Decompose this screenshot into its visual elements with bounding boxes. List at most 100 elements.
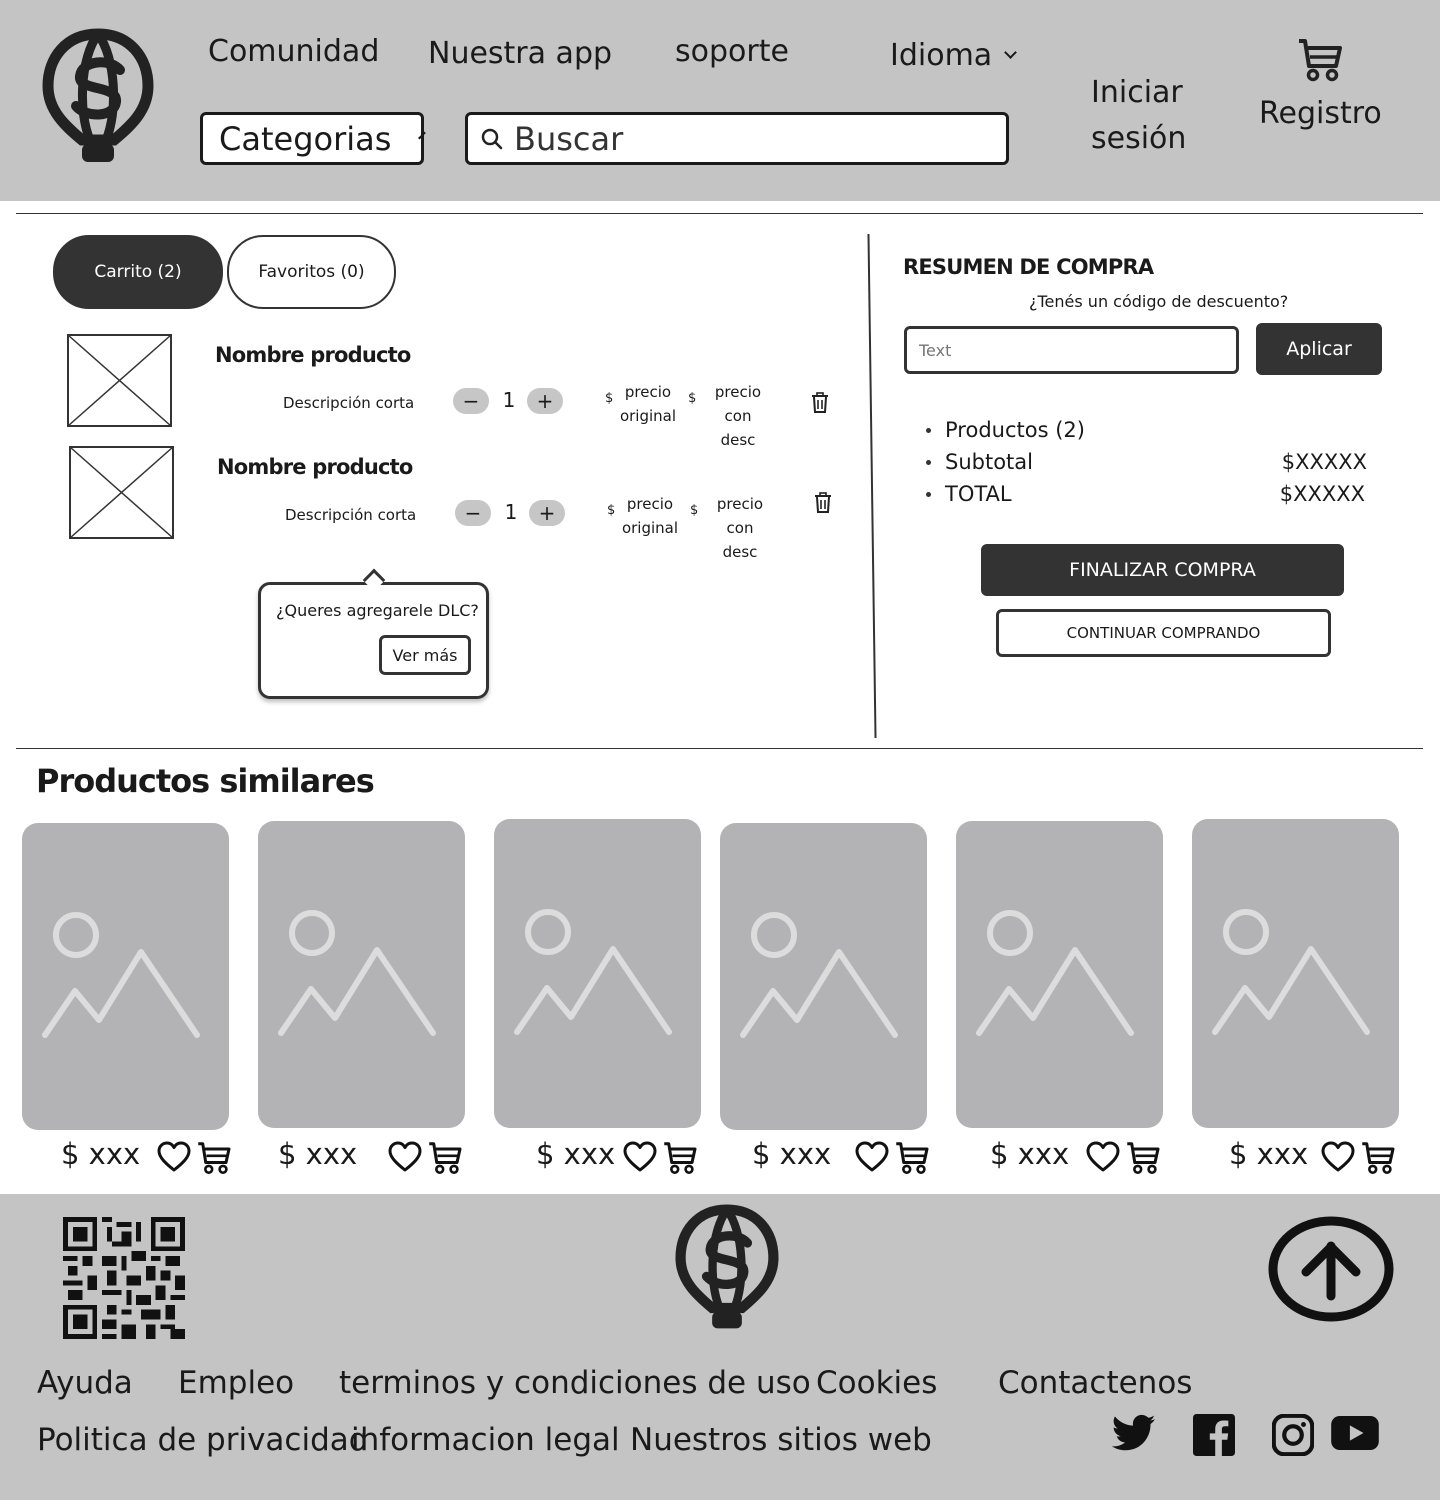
header: Comunidad Nuestra app soporte Idioma Cat… (0, 0, 1440, 201)
decrease-quantity-button[interactable]: − (455, 500, 491, 526)
language-dropdown[interactable]: Idioma (890, 38, 1018, 73)
price-discount-line2: desc (722, 543, 758, 561)
product-card-image[interactable] (720, 823, 927, 1130)
similar-products-title: Productos similares (36, 762, 375, 800)
footer-link-empleo[interactable]: Empleo (178, 1365, 294, 1401)
currency-symbol: $ (688, 391, 697, 406)
price-discount-line1: precio con (716, 495, 764, 537)
bullet (926, 427, 931, 433)
categories-select[interactable]: Categorias (200, 112, 427, 165)
search-input[interactable] (514, 119, 984, 158)
divider-bottom (16, 748, 1423, 749)
favorite-heart-icon[interactable] (1321, 1141, 1355, 1177)
product-card-price: $ xxx (61, 1137, 141, 1171)
ver-mas-button[interactable]: Ver más (379, 635, 471, 675)
apply-discount-button[interactable]: Aplicar (1256, 323, 1382, 375)
continue-shopping-button[interactable]: CONTINUAR COMPRANDO (996, 609, 1331, 657)
instagram-icon[interactable] (1272, 1414, 1314, 1456)
price-discount-line1: precio con (714, 383, 762, 425)
dlc-question: ¿Queres agregarele DLC? (276, 601, 479, 620)
price-original: precio original (618, 492, 682, 540)
trash-icon[interactable] (810, 392, 830, 414)
search-bar (465, 112, 1009, 165)
product-card-price: $ xxx (536, 1137, 616, 1171)
footer-link-cookies[interactable]: Cookies (816, 1365, 937, 1401)
image-placeholder-icon (277, 909, 436, 1036)
tab-carrito[interactable]: Carrito (2) (53, 235, 223, 309)
footer-link-legal[interactable]: informacion legal (351, 1422, 620, 1458)
search-icon[interactable] (480, 127, 504, 151)
back-to-top-icon[interactable] (1268, 1216, 1394, 1322)
footer-link-ayuda[interactable]: Ayuda (37, 1365, 133, 1401)
nav-comunidad[interactable]: Comunidad (208, 34, 379, 69)
add-to-cart-icon[interactable] (893, 1140, 931, 1180)
favorite-heart-icon[interactable] (157, 1141, 191, 1177)
price-discount: precio con desc (700, 380, 776, 452)
discount-question: ¿Tenés un código de descuento? (1029, 292, 1289, 311)
price-discount-line2: desc (720, 431, 756, 449)
favorite-heart-icon[interactable] (855, 1141, 889, 1177)
product-description: Descripción corta (285, 506, 417, 524)
subtotal-value: $XXXXX (1281, 450, 1367, 474)
chevron-down-icon (418, 131, 427, 140)
product-image-placeholder (67, 334, 172, 427)
login-text-line2: sesión (1091, 121, 1187, 156)
product-description: Descripción corta (283, 394, 415, 412)
bullet (926, 491, 931, 497)
footer-link-contactenos[interactable]: Contactenos (998, 1365, 1192, 1401)
qr-code-icon (63, 1217, 185, 1339)
tab-favoritos[interactable]: Favoritos (0) (227, 235, 396, 309)
footer-link-sitios[interactable]: Nuestros sitios web (630, 1422, 932, 1458)
trash-icon[interactable] (813, 492, 833, 514)
summary-title: RESUMEN DE COMPRA (903, 255, 1154, 279)
chevron-down-icon (1004, 46, 1018, 59)
product-card-price: $ xxx (1229, 1137, 1309, 1171)
twitter-icon[interactable] (1112, 1414, 1156, 1452)
login-link[interactable]: Iniciar sesión (1091, 70, 1186, 162)
register-link[interactable]: Registro (1259, 96, 1382, 131)
cart-icon[interactable] (1296, 36, 1344, 84)
product-card-image[interactable] (494, 819, 701, 1128)
discount-code-input[interactable] (904, 326, 1239, 374)
product-name[interactable]: Nombre producto (215, 343, 411, 367)
add-to-cart-icon[interactable] (1124, 1140, 1162, 1180)
product-name[interactable]: Nombre producto (217, 455, 413, 479)
favorite-heart-icon[interactable] (1086, 1141, 1120, 1177)
footer-link-terminos[interactable]: terminos y condiciones de uso (339, 1365, 811, 1401)
balloon-logo-icon[interactable] (42, 28, 154, 168)
balloon-logo-icon[interactable] (671, 1204, 783, 1334)
add-to-cart-icon[interactable] (661, 1140, 699, 1180)
product-card-image[interactable] (956, 821, 1163, 1128)
divider-top (16, 213, 1423, 214)
price-discount: precio con desc (702, 492, 778, 564)
image-placeholder-icon (1211, 908, 1370, 1035)
total-value: $XXXXX (1279, 482, 1365, 506)
summary-row-products: Productos (2) (926, 418, 1085, 442)
nav-nuestra-app[interactable]: Nuestra app (428, 36, 612, 71)
favorite-heart-icon[interactable] (623, 1141, 657, 1177)
decrease-quantity-button[interactable]: − (453, 388, 489, 414)
facebook-icon[interactable] (1193, 1414, 1235, 1456)
increase-quantity-button[interactable]: + (529, 500, 565, 526)
summary-label: Subtotal (945, 450, 1033, 474)
dlc-popover: ¿Queres agregarele DLC? Ver más (258, 582, 489, 699)
add-to-cart-icon[interactable] (1359, 1140, 1397, 1180)
checkout-button[interactable]: FINALIZAR COMPRA (981, 544, 1344, 596)
product-card-image[interactable] (22, 823, 229, 1130)
youtube-icon[interactable] (1331, 1416, 1379, 1450)
nav-soporte[interactable]: soporte (675, 34, 789, 69)
add-to-cart-icon[interactable] (195, 1140, 233, 1180)
price-original-line2: original (621, 519, 679, 537)
image-placeholder-icon (975, 909, 1134, 1036)
price-original-line2: original (619, 407, 677, 425)
increase-quantity-button[interactable]: + (527, 388, 563, 414)
footer-link-privacidad[interactable]: Politica de privacidad (37, 1422, 368, 1458)
add-to-cart-icon[interactable] (426, 1140, 464, 1180)
favorite-heart-icon[interactable] (388, 1141, 422, 1177)
product-card-price: $ xxx (990, 1137, 1070, 1171)
language-label: Idioma (890, 38, 993, 73)
quantity-value: 1 (504, 500, 518, 524)
product-card-image[interactable] (258, 821, 465, 1128)
product-card-price: $ xxx (278, 1137, 358, 1171)
product-card-image[interactable] (1192, 819, 1399, 1128)
